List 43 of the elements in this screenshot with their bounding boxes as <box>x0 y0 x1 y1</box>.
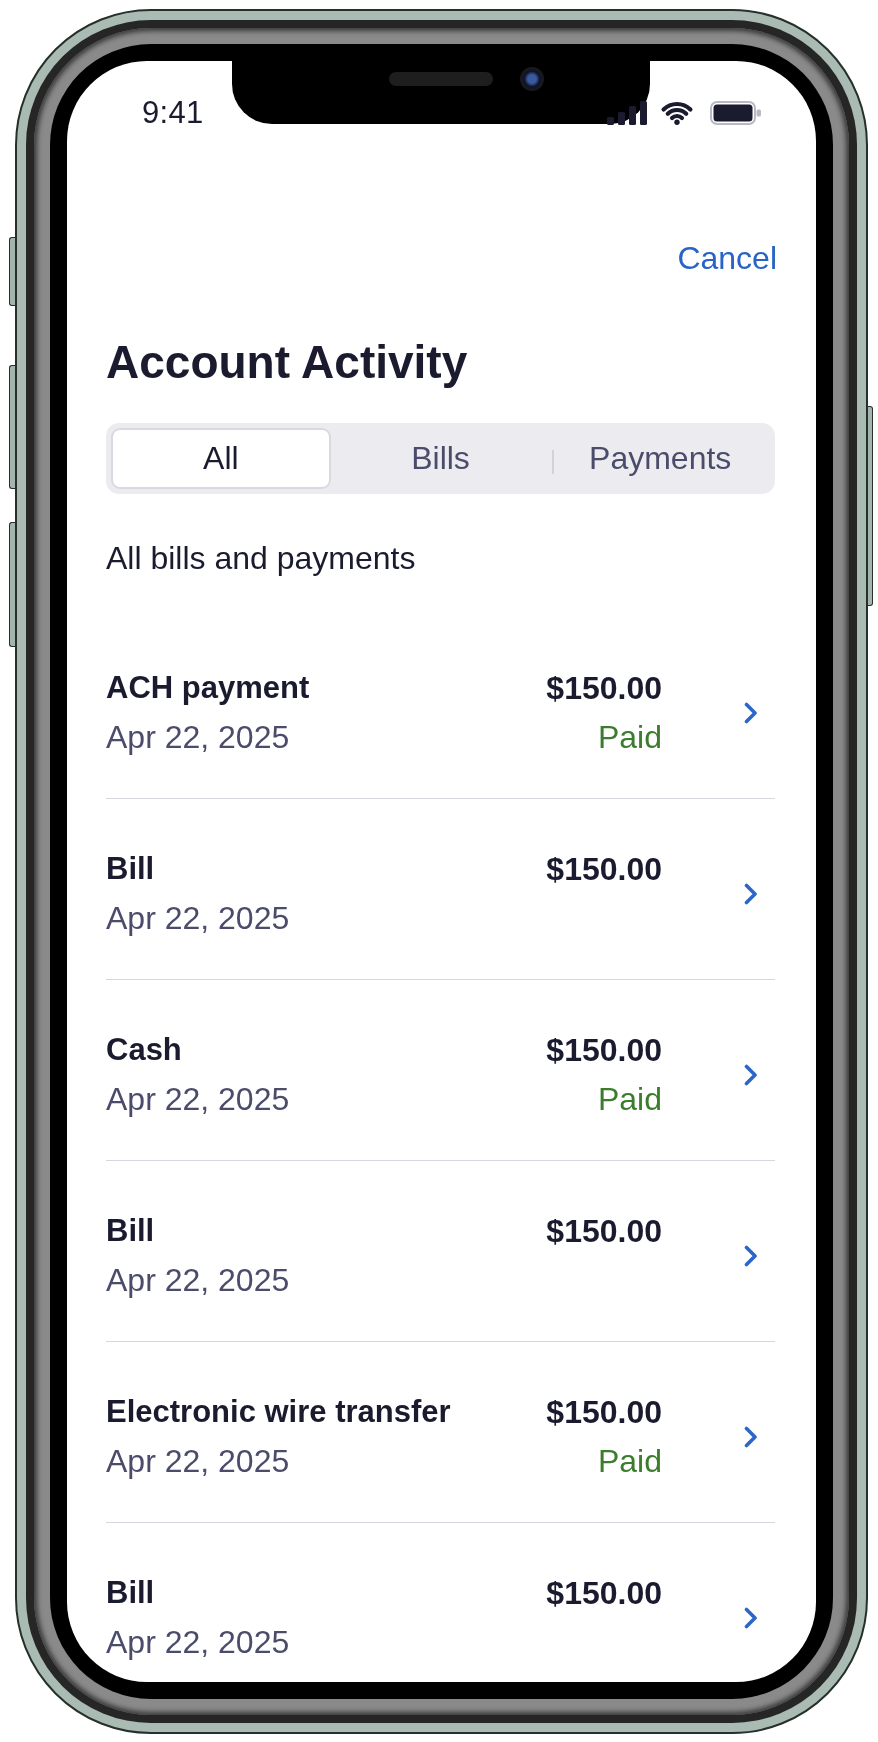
filter-tab[interactable]: Bills <box>330 428 551 489</box>
transaction-row[interactable]: Electronic wire transfer Apr 22, 2025 $150.00 Paid <box>106 1342 775 1523</box>
transaction-amount: $150.00 <box>546 1212 662 1251</box>
transaction-date: Apr 22, 2025 <box>106 1261 290 1300</box>
transaction-title: Bill <box>106 850 155 888</box>
filter-tab[interactable]: All <box>111 428 331 489</box>
chevron-icon <box>744 883 758 905</box>
signal-icon <box>607 101 647 125</box>
transaction-row[interactable]: Cash Apr 22, 2025 $150.00 Paid <box>106 980 775 1161</box>
battery-icon <box>710 101 761 125</box>
transaction-amount: $150.00 <box>546 669 662 708</box>
transaction-title: Bill <box>106 1212 155 1250</box>
transaction-title: Electronic wire transfer <box>106 1393 451 1431</box>
transaction-amount: $150.00 <box>546 1574 662 1613</box>
chevron-icon <box>744 1064 758 1086</box>
transaction-date: Apr 22, 2025 <box>106 899 290 938</box>
transaction-title: ACH payment <box>106 669 310 707</box>
transaction-row[interactable]: Bill Apr 22, 2025 $150.00 <box>106 1161 775 1342</box>
transaction-title: Bill <box>106 1574 155 1612</box>
transaction-date: Apr 22, 2025 <box>106 1442 290 1481</box>
chevron-icon <box>744 1245 758 1267</box>
chevron-icon <box>744 1607 758 1629</box>
transaction-date: Apr 22, 2025 <box>106 718 290 757</box>
transaction-date: Apr 22, 2025 <box>106 1623 290 1662</box>
filter-tab[interactable]: Payments <box>550 428 770 489</box>
wifi-icon <box>660 101 694 125</box>
transaction-row[interactable]: ACH payment Apr 22, 2025 $150.00 Paid <box>106 618 775 799</box>
chevron-icon <box>744 702 758 724</box>
page-title: Account Activity <box>106 335 468 390</box>
transaction-date: Apr 22, 2025 <box>106 1080 290 1119</box>
transaction-row[interactable]: Bill Apr 22, 2025 $150.00 <box>106 799 775 980</box>
payment-status: Paid <box>597 1080 662 1119</box>
transaction-row[interactable]: Bill Apr 22, 2025 $150.00 <box>106 1523 775 1682</box>
chevron-icon <box>744 1426 758 1448</box>
payment-status: Paid <box>597 718 662 757</box>
payment-status: Paid <box>597 1442 662 1481</box>
transaction-amount: $150.00 <box>546 1031 662 1070</box>
cancel-button[interactable]: Cancel <box>677 239 777 277</box>
transaction-title: Cash <box>106 1031 182 1069</box>
transaction-amount: $150.00 <box>546 850 662 889</box>
section-subtitle: All bills and payments <box>106 539 416 578</box>
transaction-amount: $150.00 <box>546 1393 662 1432</box>
status-time: 9:41 <box>142 95 204 131</box>
